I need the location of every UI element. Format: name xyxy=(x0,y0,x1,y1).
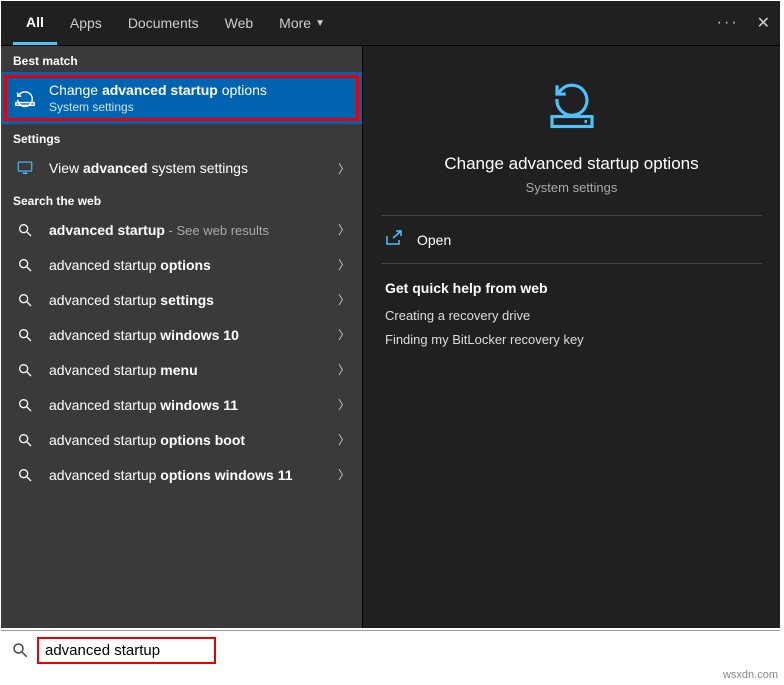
best-match-title: Change advanced startup options xyxy=(49,82,267,98)
web-result-label: advanced startup - See web results xyxy=(49,222,326,238)
recovery-icon xyxy=(542,74,602,134)
open-label: Open xyxy=(417,232,451,248)
chevron-right-icon: 〉 xyxy=(338,256,350,273)
more-options-icon[interactable]: ··· xyxy=(717,14,739,32)
tab-more[interactable]: More▼ xyxy=(266,1,338,45)
search-icon xyxy=(17,327,33,343)
search-filter-tabs: All Apps Documents Web More▼ xyxy=(1,1,338,45)
search-icon xyxy=(11,641,29,659)
help-link[interactable]: Creating a recovery drive xyxy=(385,308,758,323)
search-icon xyxy=(17,467,33,483)
web-result-label: advanced startup options windows 11 xyxy=(49,467,326,483)
header: All Apps Documents Web More▼ ··· ✕ xyxy=(1,1,780,46)
best-match-result[interactable]: Change advanced startup options System s… xyxy=(1,72,362,124)
recovery-icon xyxy=(14,87,36,109)
web-result[interactable]: advanced startup windows 10 〉 xyxy=(1,317,362,352)
preview-panel: Change advanced startup options System s… xyxy=(363,46,780,628)
chevron-right-icon: 〉 xyxy=(338,221,350,238)
tab-documents[interactable]: Documents xyxy=(115,1,212,45)
search-icon xyxy=(17,362,33,378)
chevron-right-icon: 〉 xyxy=(338,466,350,483)
results-panel: Best match Change advanced startup optio… xyxy=(1,46,363,628)
chevron-right-icon: 〉 xyxy=(338,431,350,448)
tab-apps[interactable]: Apps xyxy=(57,1,115,45)
web-result[interactable]: advanced startup options boot 〉 xyxy=(1,422,362,457)
web-result[interactable]: advanced startup - See web results 〉 xyxy=(1,212,362,247)
preview-subtitle: System settings xyxy=(526,180,618,195)
chevron-right-icon: 〉 xyxy=(338,326,350,343)
search-icon xyxy=(17,222,33,238)
open-action[interactable]: Open xyxy=(381,216,762,263)
web-result-label: advanced startup windows 10 xyxy=(49,327,326,343)
web-result[interactable]: advanced startup options windows 11 〉 xyxy=(1,457,362,492)
web-result-label: advanced startup options boot xyxy=(49,432,326,448)
web-header: Search the web xyxy=(1,186,362,212)
search-icon xyxy=(17,292,33,308)
help-header: Get quick help from web xyxy=(385,280,758,296)
web-result-label: advanced startup windows 11 xyxy=(49,397,326,413)
chevron-right-icon: 〉 xyxy=(338,160,350,177)
chevron-down-icon: ▼ xyxy=(315,18,325,29)
search-icon xyxy=(17,397,33,413)
tab-web[interactable]: Web xyxy=(212,1,267,45)
close-icon[interactable]: ✕ xyxy=(757,13,770,33)
web-result-label: advanced startup menu xyxy=(49,362,326,378)
best-match-subtitle: System settings xyxy=(49,100,267,114)
tab-all[interactable]: All xyxy=(13,1,57,45)
web-result[interactable]: advanced startup menu 〉 xyxy=(1,352,362,387)
web-result[interactable]: advanced startup settings 〉 xyxy=(1,282,362,317)
web-result[interactable]: advanced startup options 〉 xyxy=(1,247,362,282)
settings-result-label: View advanced system settings xyxy=(49,160,326,176)
watermark: wsxdn.com xyxy=(723,669,778,681)
web-result[interactable]: advanced startup windows 11 〉 xyxy=(1,387,362,422)
web-result-label: advanced startup settings xyxy=(49,292,326,308)
open-icon xyxy=(385,230,403,249)
settings-header: Settings xyxy=(1,124,362,150)
chevron-right-icon: 〉 xyxy=(338,361,350,378)
chevron-right-icon: 〉 xyxy=(338,291,350,308)
display-icon xyxy=(16,159,34,177)
search-icon xyxy=(17,432,33,448)
search-icon xyxy=(17,257,33,273)
chevron-right-icon: 〉 xyxy=(338,396,350,413)
web-result-label: advanced startup options xyxy=(49,257,326,273)
best-match-header: Best match xyxy=(1,46,362,72)
search-input[interactable] xyxy=(39,639,214,662)
settings-result[interactable]: View advanced system settings 〉 xyxy=(1,150,362,186)
search-bar xyxy=(1,630,780,669)
preview-title: Change advanced startup options xyxy=(444,154,698,174)
help-link[interactable]: Finding my BitLocker recovery key xyxy=(385,332,758,347)
